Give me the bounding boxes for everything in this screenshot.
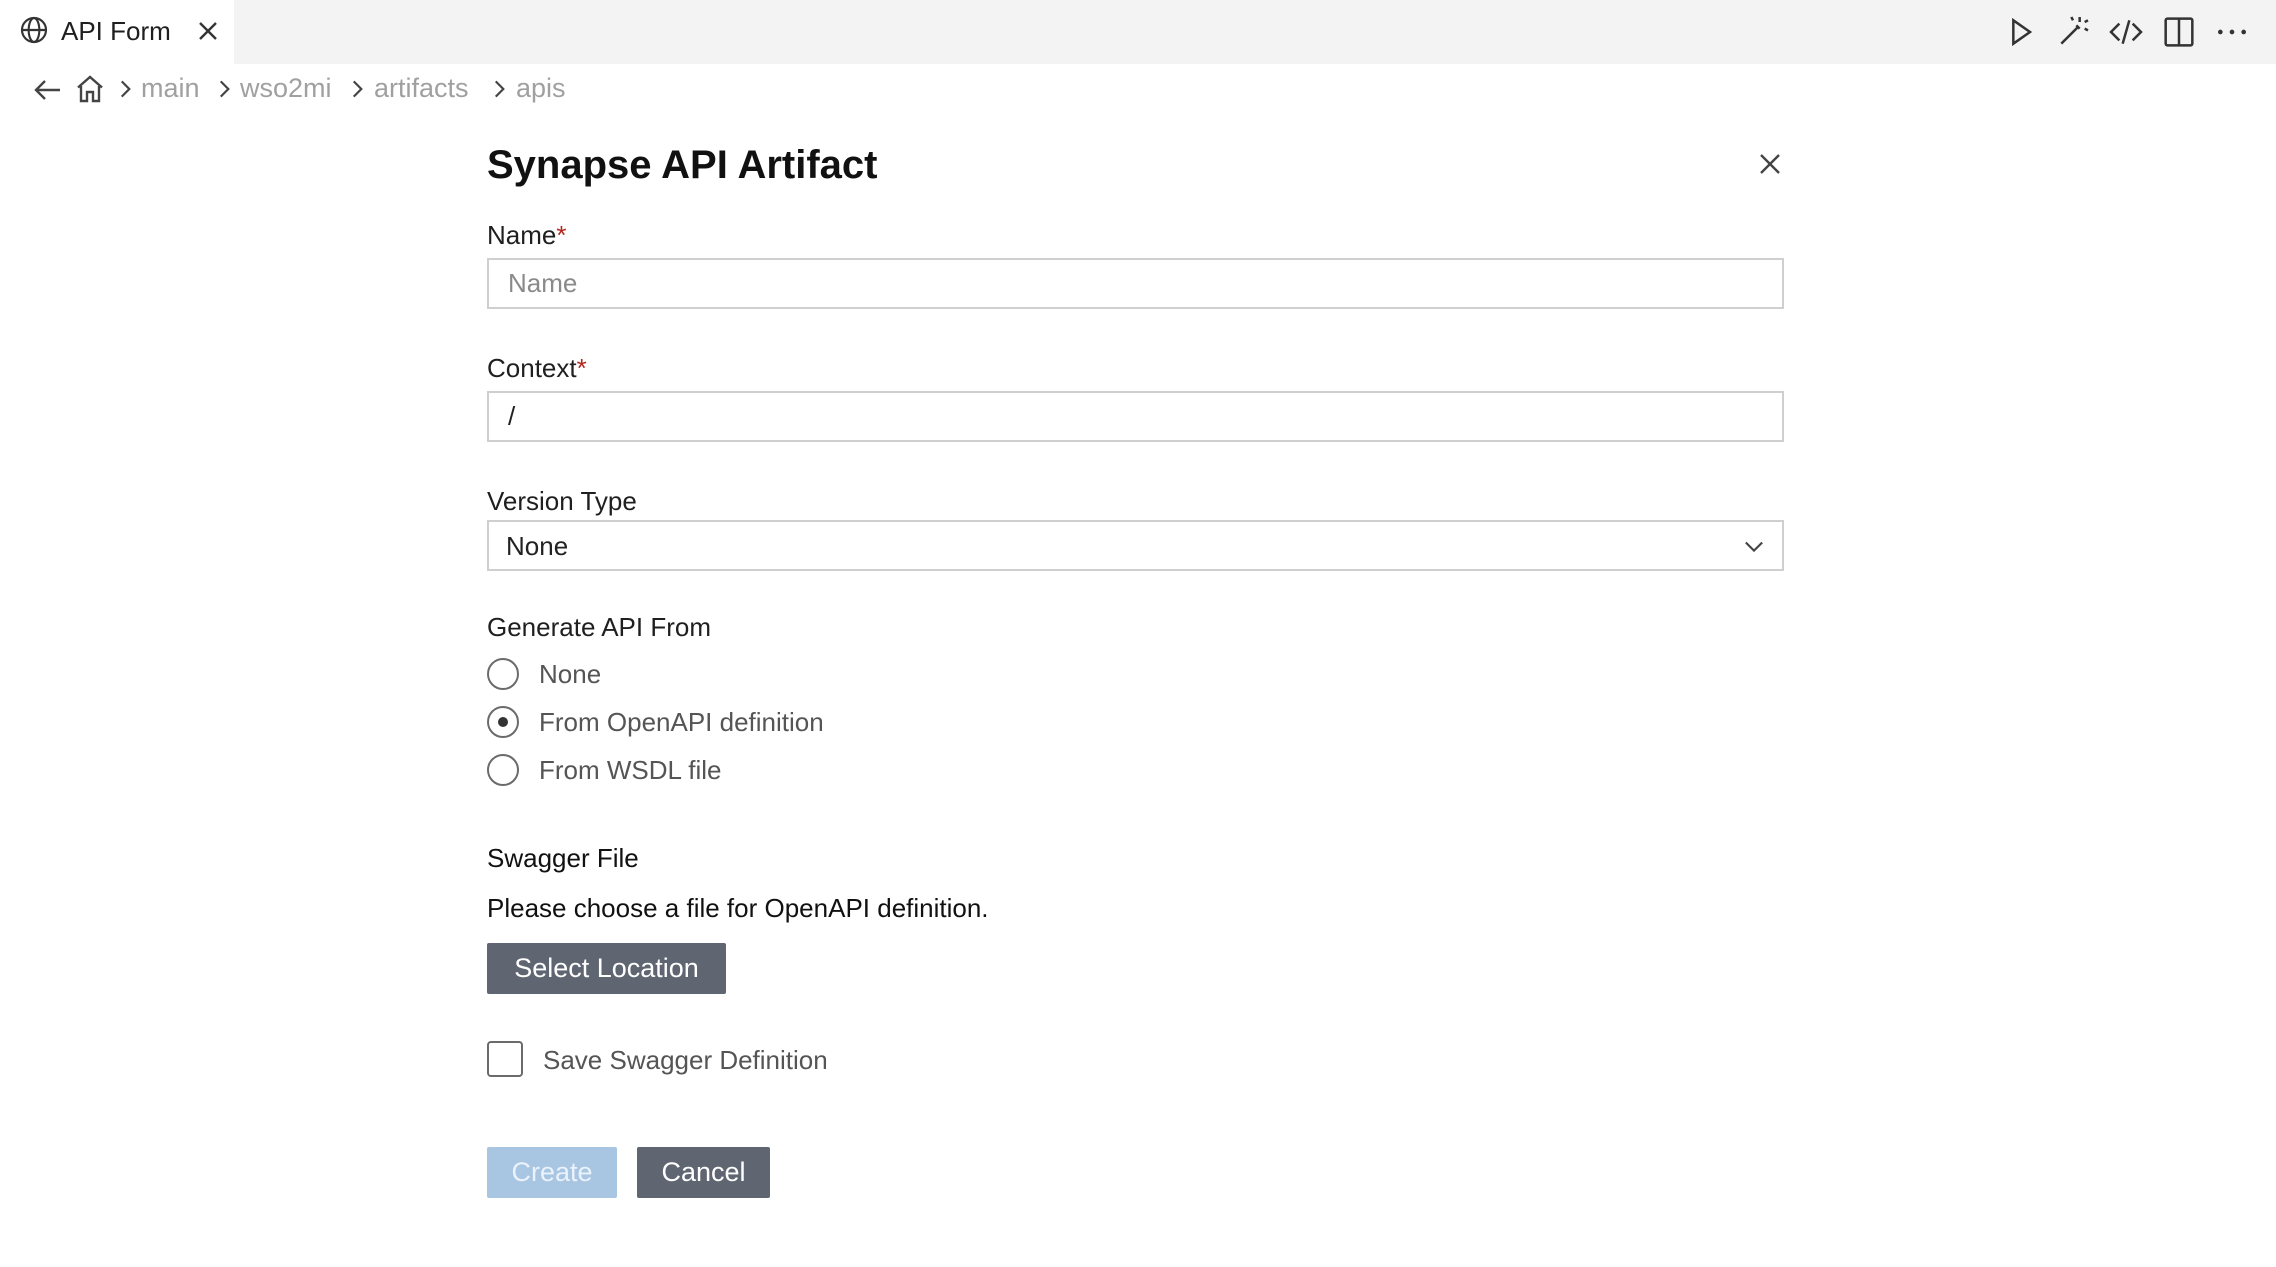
save-swagger-label: Save Swagger Definition xyxy=(543,1045,828,1075)
chevron-right-icon xyxy=(486,76,512,102)
cancel-button[interactable]: Cancel xyxy=(637,1147,770,1198)
context-input[interactable] xyxy=(487,391,1784,442)
swagger-file-label: Swagger File xyxy=(487,843,639,873)
save-swagger-checkbox[interactable] xyxy=(487,1041,523,1077)
version-type-value: None xyxy=(506,531,569,561)
more-icon[interactable] xyxy=(2212,12,2252,52)
chevron-right-icon xyxy=(344,76,370,102)
editor-tab-bar: API Form xyxy=(0,0,2276,64)
radio-label: From OpenAPI definition xyxy=(539,707,824,737)
radio-label: From WSDL file xyxy=(539,755,722,785)
tab-api-form[interactable]: API Form xyxy=(0,0,234,64)
radio-dot xyxy=(498,717,508,727)
breadcrumb-item-wso2mi[interactable]: wso2mi xyxy=(240,70,332,106)
magic-wand-icon[interactable] xyxy=(2053,12,2093,52)
form-title: Synapse API Artifact xyxy=(487,143,878,187)
radio-button[interactable] xyxy=(487,658,519,690)
create-button[interactable]: Create xyxy=(487,1147,617,1198)
home-icon[interactable] xyxy=(72,71,108,107)
breadcrumb-item-apis[interactable]: apis xyxy=(516,70,566,106)
tab-title: API Form xyxy=(61,16,171,46)
breadcrumb-item-main[interactable]: main xyxy=(141,70,200,106)
name-input[interactable] xyxy=(487,258,1784,309)
version-type-select[interactable]: None xyxy=(487,520,1784,571)
required-mark: * xyxy=(556,220,567,250)
globe-icon xyxy=(18,14,50,46)
close-icon[interactable] xyxy=(1752,146,1788,182)
generate-api-from-label: Generate API From xyxy=(487,612,711,642)
required-mark: * xyxy=(576,353,587,383)
radio-button-selected[interactable] xyxy=(487,706,519,738)
breadcrumb: main wso2mi artifacts apis xyxy=(0,64,2276,112)
radio-button[interactable] xyxy=(487,754,519,786)
chevron-right-icon xyxy=(211,76,237,102)
arrow-left-icon[interactable] xyxy=(30,72,66,108)
context-label: Context* xyxy=(487,353,587,383)
close-icon[interactable] xyxy=(192,15,224,47)
swagger-file-description: Please choose a file for OpenAPI definit… xyxy=(487,893,989,923)
chevron-right-icon xyxy=(112,76,138,102)
split-editor-icon[interactable] xyxy=(2159,12,2199,52)
select-location-button[interactable]: Select Location xyxy=(487,943,726,994)
name-label: Name* xyxy=(487,220,567,250)
breadcrumb-item-artifacts[interactable]: artifacts xyxy=(374,70,469,106)
radio-label: None xyxy=(539,659,602,689)
chevron-down-icon xyxy=(1740,532,1768,560)
version-type-label: Version Type xyxy=(487,486,637,516)
code-icon[interactable] xyxy=(2106,12,2146,52)
run-icon[interactable] xyxy=(2000,12,2040,52)
